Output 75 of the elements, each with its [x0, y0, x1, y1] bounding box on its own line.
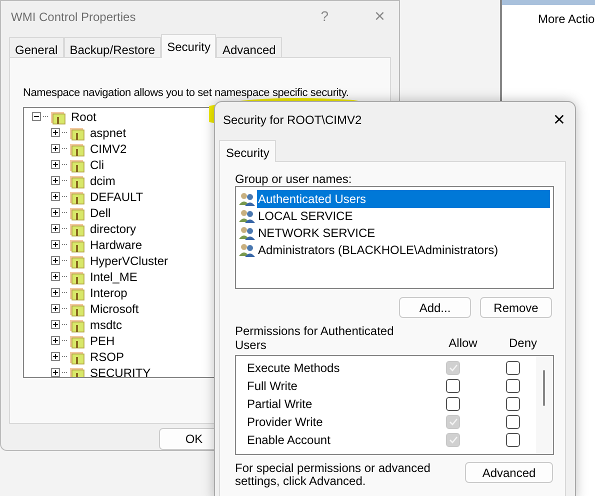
checkbox[interactable] [506, 397, 520, 411]
permission-name: Provider Write [246, 414, 324, 431]
tree-item[interactable]: Intel_ME [90, 268, 138, 286]
tree-item[interactable]: SECURITY [90, 364, 151, 377]
permission-name: Partial Write [246, 396, 314, 413]
description: Namespace navigation allows you to set namespace specific security. [23, 86, 349, 99]
tab[interactable]: Security [161, 34, 216, 58]
tree-item[interactable]: Interop [90, 284, 128, 302]
users-icon [239, 208, 256, 222]
expand-icon[interactable] [51, 336, 60, 346]
tree-item[interactable]: Dell [90, 204, 111, 222]
expand-icon[interactable] [51, 208, 60, 218]
expand-icon[interactable] [51, 176, 60, 186]
user-item[interactable]: NETWORK SERVICE [257, 224, 376, 242]
permission-name: Execute Methods [246, 360, 341, 377]
expand-icon[interactable] [51, 272, 60, 282]
checkbox[interactable] [506, 361, 520, 375]
tree-item[interactable]: directory [90, 220, 136, 238]
column-header: Deny [508, 335, 538, 352]
checkbox[interactable] [446, 379, 460, 393]
menu-item[interactable]: More Actio [538, 12, 595, 26]
expand-icon[interactable] [51, 192, 60, 202]
permission-name: Full Write [246, 378, 298, 395]
advanced-note: For special permissions or advanced settings, click Advanced. [235, 462, 432, 488]
user-item[interactable]: LOCAL SERVICE [257, 206, 354, 224]
group-label: Group or user names: [235, 172, 352, 186]
expand-icon[interactable] [51, 128, 60, 138]
checkbox[interactable] [506, 433, 520, 447]
expand-icon[interactable] [51, 160, 60, 170]
users-icon [239, 226, 256, 240]
users-icon [239, 242, 256, 256]
tree-item[interactable]: Cli [90, 156, 104, 174]
tree-item[interactable]: HyperVCluster [90, 252, 168, 270]
expand-icon[interactable] [51, 144, 60, 154]
tree-item[interactable]: msdtc [90, 316, 122, 334]
column-header: Allow [448, 335, 478, 352]
user-item[interactable]: Authenticated Users [257, 190, 550, 208]
check-icon [448, 418, 458, 426]
tree-item[interactable]: Microsoft [90, 300, 139, 318]
checkbox[interactable] [506, 415, 520, 429]
check-icon [448, 436, 458, 444]
expand-icon[interactable] [51, 352, 60, 362]
checkbox[interactable] [506, 379, 520, 393]
expand-icon[interactable] [51, 320, 60, 330]
tree-item[interactable]: Hardware [90, 236, 142, 254]
tab[interactable]: General [9, 36, 64, 57]
tree-item[interactable]: DEFAULT [90, 188, 144, 206]
users-icon [239, 192, 256, 206]
expand-icon[interactable] [51, 368, 60, 377]
tree-item[interactable]: aspnet [90, 124, 126, 142]
tree-item[interactable]: CIMV2 [90, 140, 127, 158]
dialog-button[interactable]: Add... [399, 297, 471, 318]
tab[interactable]: Backup/Restore [64, 36, 162, 57]
checkbox[interactable] [446, 397, 460, 411]
tab[interactable]: Advanced [216, 36, 282, 57]
permission-name: Enable Account [246, 432, 332, 449]
tree-item[interactable]: RSOP [90, 348, 124, 366]
tab[interactable]: Security [219, 140, 276, 162]
expand-icon[interactable] [51, 224, 60, 234]
expand-icon[interactable] [51, 304, 60, 314]
collapse-icon[interactable] [32, 112, 41, 122]
tree-item[interactable]: dcim [90, 172, 116, 190]
window-title: WMI Control Properties [11, 8, 136, 26]
expand-icon[interactable] [51, 256, 60, 266]
permissions-label: Permissions for Authenticated Users [235, 324, 395, 352]
dialog-title: Security for ROOT\CIMV2 [223, 112, 362, 129]
expand-icon[interactable] [51, 288, 60, 298]
advanced-button[interactable]: Advanced [465, 462, 553, 483]
close-button[interactable]: × [553, 110, 565, 130]
check-icon [448, 364, 458, 372]
expand-icon[interactable] [51, 240, 60, 250]
user-item[interactable]: Administrators (BLACKHOLE\Administrators) [257, 240, 500, 258]
tree-item[interactable]: PEH [90, 332, 115, 350]
dialog-button[interactable]: Remove [480, 297, 552, 318]
tree-item[interactable]: Root [71, 108, 96, 126]
